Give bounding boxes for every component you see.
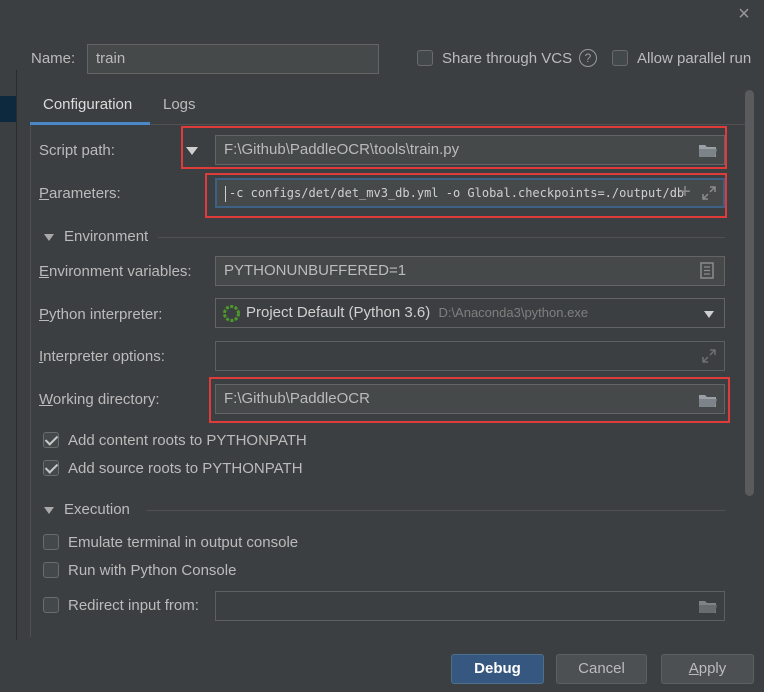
allow-parallel-checkbox[interactable]: [612, 50, 628, 66]
emulate-terminal-checkbox[interactable]: [43, 534, 59, 550]
debug-button[interactable]: Debug: [451, 654, 544, 684]
list-edit-icon[interactable]: [700, 262, 714, 279]
scrollbar-thumb[interactable]: [745, 90, 754, 496]
redirect-input-checkbox[interactable]: [43, 597, 59, 613]
expand-icon[interactable]: [701, 348, 717, 364]
environment-collapse-icon[interactable]: [44, 234, 54, 241]
parameters-highlight: [205, 173, 727, 218]
close-icon[interactable]: ×: [734, 4, 754, 24]
environment-divider: [158, 237, 725, 238]
name-label: Name:: [31, 50, 76, 67]
execution-section-title[interactable]: Execution: [64, 501, 130, 518]
interpreter-value: Project Default (Python 3.6): [246, 304, 431, 321]
interpreter-label: Python interpreter:: [39, 306, 163, 323]
run-console-checkbox[interactable]: [43, 562, 59, 578]
add-content-roots-label: Add content roots to PYTHONPATH: [68, 432, 307, 449]
add-content-roots-checkbox[interactable]: [43, 432, 59, 448]
cancel-button[interactable]: Cancel: [556, 654, 647, 684]
script-path-highlight: [181, 126, 727, 169]
folder-icon[interactable]: [698, 599, 718, 614]
share-vcs-label: Share through VCS: [442, 50, 573, 67]
interpreter-options-label: Interpreter options:: [39, 348, 165, 365]
script-path-label: Script path:: [39, 142, 115, 159]
name-input[interactable]: train: [87, 44, 379, 74]
execution-divider: [146, 510, 725, 511]
env-vars-value: PYTHONUNBUFFERED=1: [224, 262, 407, 279]
execution-collapse-icon[interactable]: [44, 507, 54, 514]
config-tree-footer: [0, 640, 17, 692]
apply-button[interactable]: Apply: [661, 654, 754, 684]
dialog-title-bar: [0, 0, 764, 30]
interpreter-select[interactable]: Project Default (Python 3.6) D:\Anaconda…: [215, 298, 725, 328]
python-loading-icon: [223, 305, 240, 322]
config-tree-selected-item[interactable]: [0, 96, 16, 122]
tab-logs[interactable]: Logs: [163, 96, 196, 113]
emulate-terminal-label: Emulate terminal in output console: [68, 534, 299, 551]
help-icon[interactable]: ?: [579, 49, 597, 67]
add-source-roots-checkbox[interactable]: [43, 460, 59, 476]
config-tree-edge: [0, 70, 17, 640]
run-console-label: Run with Python Console: [68, 562, 237, 579]
share-vcs-checkbox[interactable]: [417, 50, 433, 66]
interpreter-path: D:\Anaconda3\python.exe: [438, 305, 589, 320]
parameters-label: Parameters:: [39, 185, 121, 202]
working-dir-highlight: [209, 377, 730, 423]
env-vars-input[interactable]: PYTHONUNBUFFERED=1: [215, 256, 725, 286]
redirect-input-field[interactable]: [215, 591, 725, 621]
working-dir-label: Working directory:: [39, 391, 160, 408]
redirect-input-label: Redirect input from:: [68, 597, 199, 614]
chevron-down-icon[interactable]: [704, 311, 714, 318]
environment-section-title[interactable]: Environment: [64, 228, 148, 245]
env-vars-label: Environment variables:: [39, 263, 192, 280]
tab-configuration[interactable]: Configuration: [43, 96, 132, 113]
add-source-roots-label: Add source roots to PYTHONPATH: [68, 460, 303, 477]
allow-parallel-label: Allow parallel run: [637, 50, 752, 67]
interpreter-options-input[interactable]: [215, 341, 725, 371]
